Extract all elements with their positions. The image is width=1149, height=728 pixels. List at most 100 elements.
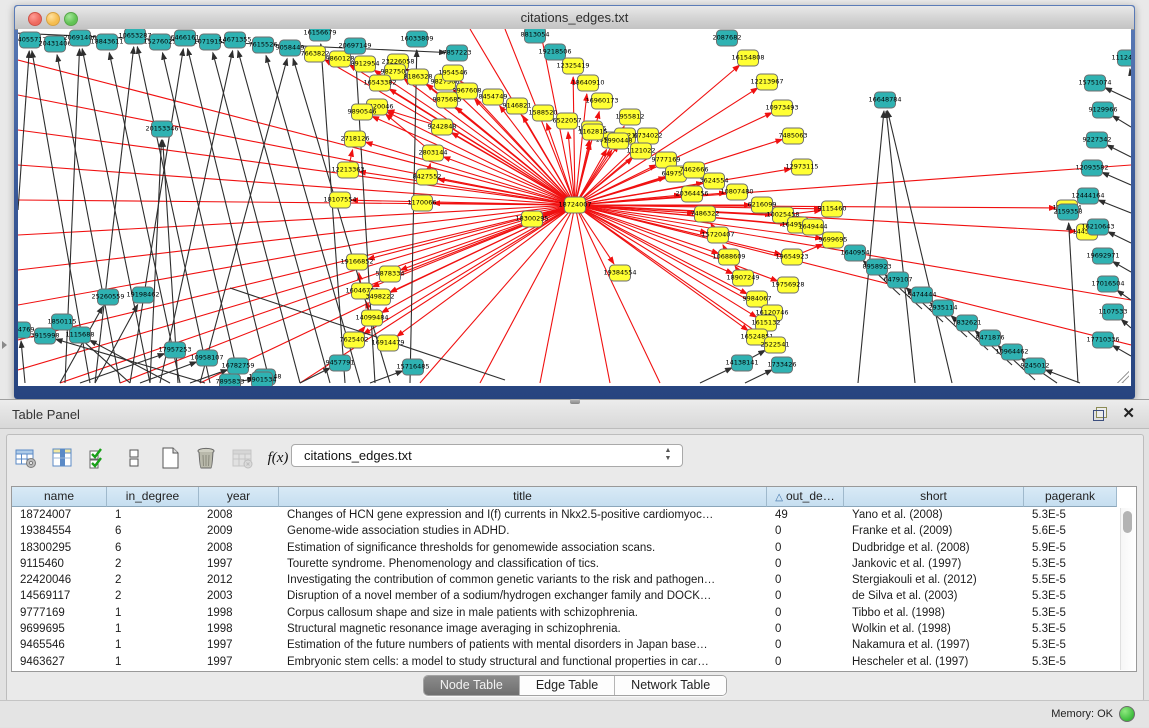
- network-window-titlebar[interactable]: citations_edges.txt: [15, 6, 1134, 30]
- graph-edge[interactable]: [575, 143, 590, 205]
- graph-edge[interactable]: [1112, 116, 1131, 127]
- select-all-check-icon[interactable]: [85, 445, 111, 471]
- graph-node[interactable]: 5901534: [248, 372, 277, 386]
- graph-node[interactable]: 2935114: [929, 300, 958, 316]
- scrollbar-thumb[interactable]: [1123, 511, 1132, 533]
- graph-node[interactable]: 10807480: [720, 184, 753, 200]
- graph-node[interactable]: 18107554: [323, 192, 356, 208]
- graph-node[interactable]: 8471876: [976, 330, 1005, 346]
- graph-edge[interactable]: [575, 165, 1131, 205]
- graph-edge[interactable]: [1045, 370, 1080, 383]
- graph-node[interactable]: 2087682: [713, 30, 742, 46]
- graph-node[interactable]: 5878334: [376, 266, 405, 282]
- graph-node[interactable]: 9245012: [1021, 358, 1050, 374]
- table-row[interactable]: 1938455462009Genome-wide association stu…: [12, 523, 1120, 539]
- graph-edge[interactable]: [1108, 232, 1131, 243]
- graph-edge[interactable]: [230, 288, 505, 380]
- graph-node[interactable]: 17016504: [1091, 276, 1124, 292]
- graph-node[interactable]: 9115460: [818, 201, 847, 217]
- graph-edge[interactable]: [451, 133, 575, 205]
- graph-node[interactable]: 16156679: [303, 29, 336, 41]
- split-pane-handle[interactable]: [570, 399, 580, 404]
- graph-edge[interactable]: [368, 205, 575, 259]
- graph-node[interactable]: 16648784: [868, 92, 901, 108]
- table-row[interactable]: 1456911722003Disruption of a novel membe…: [12, 588, 1120, 604]
- graph-node[interactable]: 1955812: [616, 109, 645, 125]
- graph-node[interactable]: 2522541: [761, 337, 790, 353]
- graph-edge[interactable]: [397, 205, 575, 336]
- graph-node[interactable]: 10964462: [995, 344, 1028, 360]
- graph-edge[interactable]: [321, 44, 345, 383]
- graph-node[interactable]: 16154808: [731, 50, 764, 66]
- graph-node[interactable]: 12213967: [750, 74, 783, 90]
- graph-node[interactable]: 9699695: [819, 232, 848, 248]
- graph-node[interactable]: 18640910: [571, 75, 604, 91]
- graph-edge[interactable]: [1069, 223, 1078, 383]
- graph-edge[interactable]: [1121, 319, 1131, 328]
- graph-edge[interactable]: [410, 50, 417, 383]
- graph-edge[interactable]: [300, 368, 330, 383]
- column-visibility-icon[interactable]: [49, 445, 75, 471]
- graph-edge[interactable]: [18, 60, 575, 205]
- graph-node[interactable]: 6479107: [884, 272, 913, 288]
- graph-node[interactable]: 1733426: [768, 357, 797, 373]
- graph-node[interactable]: 1990448: [604, 133, 633, 149]
- graph-node[interactable]: 20364456: [675, 186, 708, 202]
- table-row[interactable]: 946554611997Estimation of the future num…: [12, 637, 1120, 653]
- table-row[interactable]: 1872400712008Changes of HCN gene express…: [12, 507, 1120, 523]
- graph-node[interactable]: 7832621: [953, 315, 982, 331]
- graph-node[interactable]: 1640954: [841, 245, 870, 261]
- table-row[interactable]: 911546021997Tourette syndrome. Phenomeno…: [12, 556, 1120, 572]
- table-row[interactable]: 946362711997Embryonic stem cells: a mode…: [12, 654, 1120, 670]
- graph-node[interactable]: 6734022: [634, 128, 663, 144]
- graph-edge[interactable]: [18, 95, 575, 205]
- graph-node[interactable]: 3498222: [366, 289, 395, 305]
- graph-node[interactable]: 19384554: [603, 265, 636, 281]
- graph-edge[interactable]: [1113, 345, 1131, 356]
- tab-network-table[interactable]: Network Table: [615, 676, 726, 695]
- new-document-icon[interactable]: [157, 445, 183, 471]
- graph-node[interactable]: 17957253: [158, 342, 191, 358]
- graph-edge[interactable]: [160, 51, 233, 383]
- graph-node[interactable]: 9890546: [348, 104, 377, 120]
- window-resize-grip[interactable]: [1117, 371, 1129, 383]
- graph-node[interactable]: 7615526: [249, 37, 278, 53]
- graph-node[interactable]: 12973115: [785, 159, 818, 175]
- graph-edge[interactable]: [188, 49, 270, 383]
- table-row[interactable]: 2242004622012Investigating the contribut…: [12, 572, 1120, 588]
- column-header-year[interactable]: year: [199, 487, 279, 507]
- graph-node[interactable]: 2159358: [1054, 204, 1083, 220]
- graph-node[interactable]: 7485063: [779, 128, 808, 144]
- delete-trash-icon[interactable]: [193, 445, 219, 471]
- graph-node[interactable]: 15716485: [396, 359, 429, 375]
- graph-edge[interactable]: [18, 130, 575, 205]
- network-graph[interactable]: 1872400776638229860128891295423226058982…: [18, 29, 1131, 386]
- table-row[interactable]: 969969511998Structural magnetic resonanc…: [12, 621, 1120, 637]
- graph-node[interactable]: 8186328: [404, 69, 433, 85]
- graph-edge[interactable]: [540, 205, 575, 383]
- graph-edge[interactable]: [1105, 88, 1131, 100]
- graph-edge[interactable]: [886, 111, 915, 383]
- graph-node[interactable]: 9457791: [326, 355, 355, 371]
- column-header-in_degree[interactable]: in_degree: [107, 487, 199, 507]
- graph-edge[interactable]: [700, 368, 732, 383]
- network-canvas[interactable]: 1872400776638229860128891295423226058982…: [18, 29, 1131, 386]
- graph-node[interactable]: 8427552: [413, 169, 442, 185]
- graph-edge[interactable]: [1130, 69, 1131, 75]
- graph-edge[interactable]: [95, 47, 134, 383]
- graph-node[interactable]: 9227342: [1083, 132, 1112, 148]
- memory-status-indicator[interactable]: [1119, 706, 1135, 722]
- graph-node[interactable]: 10958107: [190, 350, 223, 366]
- vertical-scrollbar[interactable]: [1120, 508, 1135, 670]
- column-header-out_de[interactable]: △out_de…: [767, 487, 844, 507]
- graph-node[interactable]: 7625402: [340, 332, 369, 348]
- graph-node[interactable]: 1954546: [439, 65, 468, 81]
- graph-node[interactable]: 19692971: [1086, 248, 1119, 264]
- graph-node[interactable]: 16033809: [400, 31, 433, 47]
- graph-node[interactable]: 9242848: [428, 119, 457, 135]
- table-row[interactable]: 977716911998Corpus callosum shape and si…: [12, 605, 1120, 621]
- graph-node[interactable]: 2803144: [419, 145, 448, 161]
- graph-node[interactable]: 19756928: [771, 277, 804, 293]
- graph-node[interactable]: 11124567: [1111, 50, 1131, 66]
- graph-node[interactable]: 7895833: [216, 374, 245, 386]
